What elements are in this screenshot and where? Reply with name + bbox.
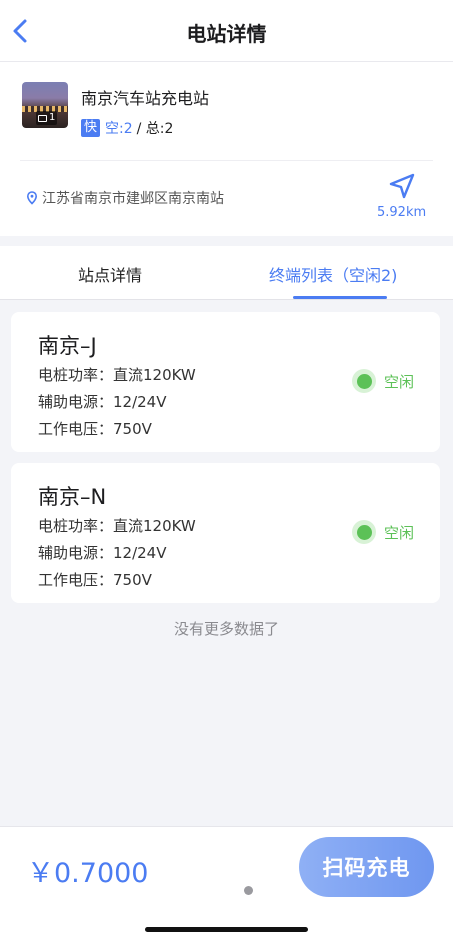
station-info-panel: 1 南京汽车站充电站 快 空:2 / 总:2 江苏省南京市建邺区南京南站 5.9… [0,62,453,236]
terminal-name: 南京–J [38,334,97,358]
active-tab-indicator [293,296,387,299]
terminal-name: 南京–N [38,485,107,509]
station-name: 南京汽车站充电站 [81,89,210,108]
terminal-voltage: 工作电压：750V [38,571,152,589]
address-text: 江苏省南京市建邺区南京南站 [42,191,224,207]
photo-icon [38,114,47,122]
terminal-voltage: 工作电压：750V [38,420,152,438]
terminal-status: 空闲 [352,520,414,544]
station-address: 江苏省南京市建邺区南京南站 [26,188,224,208]
navigate-icon[interactable] [388,172,416,200]
price-label: ￥0.7000 [27,858,149,889]
photo-count-badge: 1 [36,111,58,125]
status-dot-icon [352,369,376,393]
station-photo[interactable]: 1 [22,82,68,128]
home-indicator[interactable] [145,927,308,932]
total-count: / 总:2 [136,121,174,137]
photo-count: 1 [49,112,56,123]
indicator-dot [244,886,253,895]
terminal-aux-power: 辅助电源：12/24V [38,393,167,411]
station-tags: 快 空:2 / 总:2 [81,118,173,138]
page-title: 电站详情 [186,22,267,46]
terminal-power: 电桩功率：直流120KW [38,517,196,535]
location-pin-icon [26,191,38,205]
divider [20,160,433,161]
tab-bar: 站点详情 终端列表（空闲2) [0,246,453,300]
list-end-text: 没有更多数据了 [173,620,279,638]
navigation-bar: 电站详情 [0,0,453,62]
terminal-status: 空闲 [352,369,414,393]
fast-charge-tag: 快 [81,119,101,137]
terminal-aux-power: 辅助电源：12/24V [38,544,167,562]
status-label: 空闲 [384,372,415,391]
status-label: 空闲 [384,523,415,542]
terminal-card[interactable]: 南京–N 电桩功率：直流120KW 辅助电源：12/24V 工作电压：750V … [11,463,440,603]
terminal-card[interactable]: 南京–J 电桩功率：直流120KW 辅助电源：12/24V 工作电压：750V … [11,312,440,452]
tab-terminal-list[interactable]: 终端列表（空闲2) [269,262,397,286]
scan-charge-button[interactable]: 扫码充电 [299,837,434,897]
footer-bar: ￥0.7000 扫码充电 [0,826,453,937]
distance-label[interactable]: 5.92km [377,205,426,220]
status-dot-icon [352,520,376,544]
terminal-power: 电桩功率：直流120KW [38,366,196,384]
tab-station-details[interactable]: 站点详情 [78,262,142,286]
free-count: 空:2 [105,121,133,137]
